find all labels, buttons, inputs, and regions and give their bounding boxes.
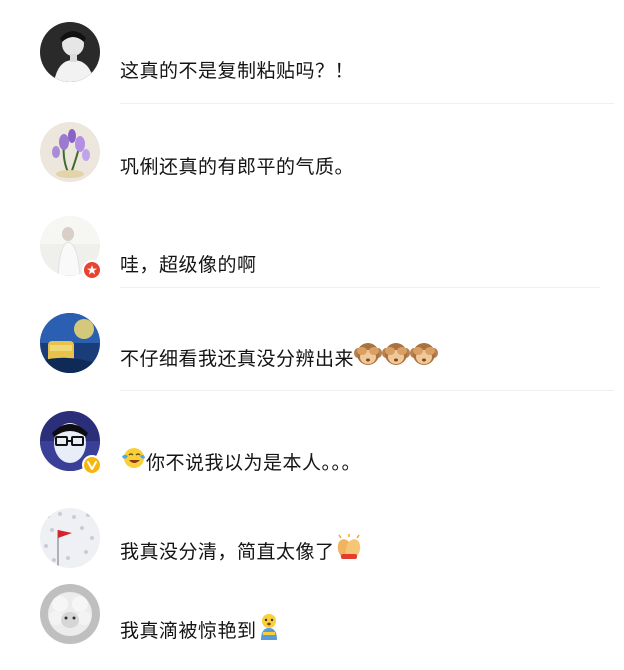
shocked-baby-icon bbox=[257, 612, 281, 647]
comment-item[interactable]: 巩俐还真的有郎平的气质。 bbox=[0, 112, 624, 198]
comment-text-body: 你不说我以为是本人。。。 bbox=[146, 452, 362, 474]
divider bbox=[120, 390, 614, 391]
comment-item[interactable]: 我真滴被惊艳到 bbox=[0, 584, 624, 670]
comment-text: 我真没分清，简直太像了 bbox=[120, 534, 363, 567]
gold-v-badge bbox=[82, 455, 102, 475]
comment-text-body: 不仔细看我还真没分辨出来 bbox=[120, 348, 355, 370]
comment-item[interactable]: 哇，超级像的啊 bbox=[0, 208, 624, 294]
comment-text: 不仔细看我还真没分辨出来 bbox=[120, 343, 439, 374]
verified-v-icon bbox=[87, 461, 97, 470]
comment-text: 这真的不是复制粘贴吗？！ bbox=[120, 60, 355, 82]
red-star-badge bbox=[82, 260, 102, 280]
avatar[interactable] bbox=[40, 22, 100, 82]
divider bbox=[120, 287, 600, 288]
comment-text: 哇，超级像的啊 bbox=[120, 254, 257, 276]
comment-text: 你不说我以为是本人。。。 bbox=[120, 448, 362, 478]
comment-text: 巩俐还真的有郎平的气质。 bbox=[120, 156, 355, 178]
applause-hands-icon bbox=[335, 534, 363, 567]
avatar[interactable] bbox=[40, 313, 100, 373]
comment-text-body: 我真没分清，简直太像了 bbox=[120, 541, 335, 563]
comment-text-body: 我真滴被惊艳到 bbox=[120, 620, 257, 642]
star-icon bbox=[87, 265, 97, 275]
comment-list: 这真的不是复制粘贴吗？！ 巩俐还真的有郎平的气质。 哇，超级像的啊 不仔细看我还… bbox=[0, 0, 624, 665]
see-no-evil-monkey-icon bbox=[382, 341, 411, 374]
comment-item[interactable]: 不仔细看我还真没分辨出来 bbox=[0, 303, 624, 389]
divider bbox=[120, 103, 614, 104]
tears-of-joy-icon bbox=[120, 445, 146, 478]
comment-item[interactable]: 我真没分清，简直太像了 bbox=[0, 502, 624, 588]
comment-item[interactable]: 你不说我以为是本人。。。 bbox=[0, 405, 624, 491]
see-no-evil-monkey-icon bbox=[354, 341, 383, 374]
avatar[interactable] bbox=[40, 122, 100, 182]
avatar[interactable] bbox=[40, 508, 100, 568]
comment-item[interactable]: 这真的不是复制粘贴吗？！ bbox=[0, 10, 624, 96]
see-no-evil-monkey-icon bbox=[410, 341, 439, 374]
comment-text: 我真滴被惊艳到 bbox=[120, 614, 281, 647]
avatar[interactable] bbox=[40, 584, 100, 644]
